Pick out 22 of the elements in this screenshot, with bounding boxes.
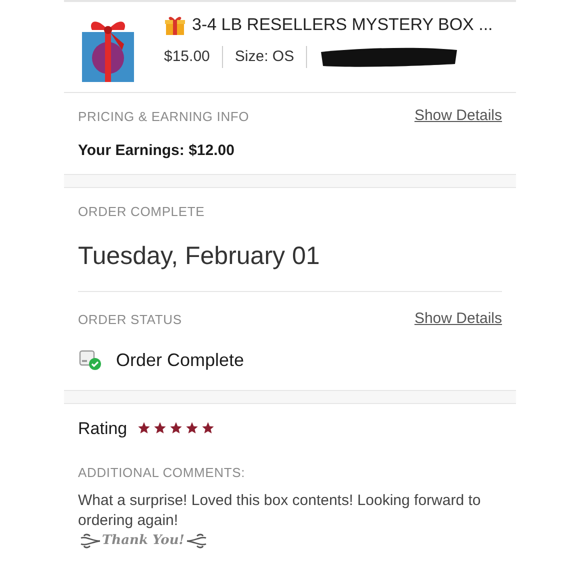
earnings-text: Your Earnings: $12.00 [78,140,236,160]
rating-label: Rating [78,418,128,440]
star-icon [153,421,168,436]
star-icon [185,421,200,436]
section-heading: ORDER COMPLETE [78,203,206,221]
comment-text: What a surprise! Loved this box contents! Looking forward to ordering again! [78,490,482,530]
section-heading: PRICING & EARNING INFO [78,108,250,126]
star-icon [169,421,184,436]
section-heading: ADDITIONAL COMMENTS: [78,464,246,482]
thank-you-text: Thank You! [102,532,185,550]
show-details-link[interactable]: Show Details [414,105,502,128]
star-icon [201,421,216,436]
flourish-icon [78,532,102,550]
show-details-link[interactable]: Show Details [414,308,502,330]
size: Size: OS [222,46,308,68]
flourish-icon [184,532,209,550]
product-title[interactable]: 3-4 LB RESELLERS MYSTERY BOX ... [192,12,493,38]
status-text: Order Complete [116,348,244,372]
price: $15.00 [164,46,223,68]
star-icon [137,421,152,436]
section-heading: ORDER STATUS [78,310,182,328]
order-date: Tuesday, February 01 [78,238,502,292]
